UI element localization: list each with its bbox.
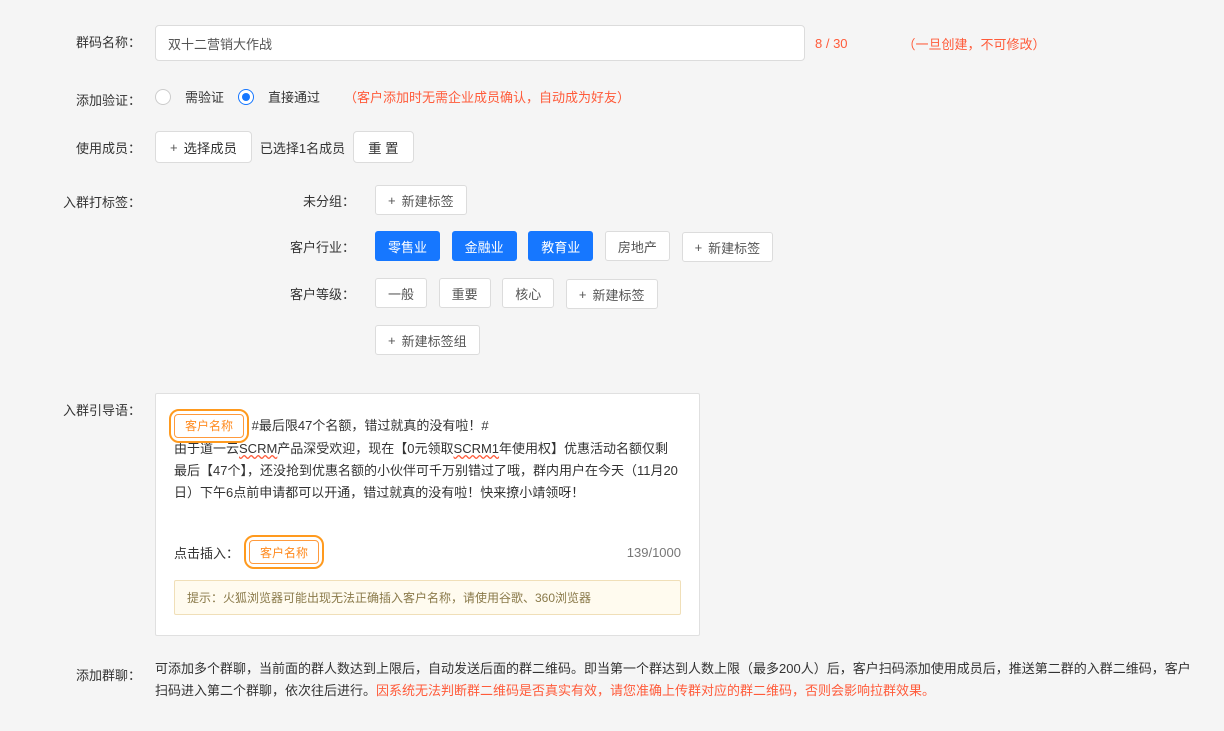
- new-tag-group-button[interactable]: + 新建标签组: [375, 325, 480, 355]
- radio-direct-pass-label: 直接通过: [268, 87, 320, 106]
- label-members: 使用成员：: [25, 131, 155, 157]
- radio-need-verify-label: 需验证: [185, 87, 224, 106]
- groupcode-name-input[interactable]: [155, 25, 805, 61]
- label-add-group: 添加群聊：: [25, 658, 155, 684]
- plus-icon: +: [388, 333, 396, 348]
- guide-scrm2: SCRM1: [454, 441, 500, 456]
- plus-icon: +: [170, 140, 178, 155]
- plus-icon: +: [695, 240, 703, 255]
- label-verify: 添加验证：: [25, 83, 155, 109]
- choose-member-label: 选择成员: [184, 138, 237, 157]
- add-group-warn: 因系统无法判断群二维码是否真实有效，请您准确上传群对应的群二维码，否则会影响拉群…: [376, 683, 935, 698]
- new-tag-label: 新建标签: [402, 191, 454, 210]
- tag-industry-2[interactable]: 教育业: [528, 231, 593, 261]
- label-groupcode-name: 群码名称：: [25, 25, 155, 51]
- guide-line1: #最后限47个名额，错过就真的没有啦！#: [252, 418, 489, 433]
- radio-need-verify[interactable]: [155, 89, 171, 105]
- tag-industry-0[interactable]: 零售业: [375, 231, 440, 261]
- customer-name-chip[interactable]: 客户名称: [174, 414, 244, 438]
- new-tag-label: 新建标签: [708, 238, 760, 257]
- new-tag-group-label: 新建标签组: [402, 331, 467, 350]
- guide-textarea[interactable]: 客户名称 #最后限47个名额，错过就真的没有啦！# 由于道一云SCRM产品深受欢…: [155, 393, 700, 636]
- char-counter: 8 / 30: [815, 36, 848, 51]
- new-tag-label: 新建标签: [593, 285, 645, 304]
- radio-direct-pass[interactable]: [238, 89, 254, 105]
- selected-member-text: 已选择1名成员: [260, 138, 345, 157]
- new-tag-button[interactable]: + 新建标签: [375, 185, 467, 215]
- sublabel-industry: 客户行业：: [155, 237, 375, 256]
- reset-member-button[interactable]: 重 置: [353, 131, 413, 163]
- sublabel-uncategorized: 未分组：: [155, 191, 375, 210]
- guide-body-prefix: 由于道一云: [174, 441, 239, 456]
- guide-scrm1: SCRM: [239, 441, 277, 456]
- guide-char-count: 139/1000: [627, 545, 681, 560]
- new-level-tag-button[interactable]: + 新建标签: [566, 279, 658, 309]
- choose-member-button[interactable]: + 选择成员: [155, 131, 252, 163]
- tag-industry-3[interactable]: 房地产: [605, 231, 670, 261]
- tag-level-2[interactable]: 核心: [502, 278, 554, 308]
- name-note: （一旦创建，不可修改）: [903, 34, 1046, 53]
- label-guide: 入群引导语：: [25, 393, 155, 419]
- tag-level-1[interactable]: 重要: [439, 278, 491, 308]
- verify-note: （客户添加时无需企业成员确认，自动成为好友）: [344, 87, 630, 106]
- sublabel-level: 客户等级：: [155, 284, 375, 303]
- tag-industry-1[interactable]: 金融业: [452, 231, 517, 261]
- tag-level-0[interactable]: 一般: [375, 278, 427, 308]
- new-industry-tag-button[interactable]: + 新建标签: [682, 232, 774, 262]
- browser-tip: 提示：火狐浏览器可能出现无法正确插入客户名称，请使用谷歌、360浏览器: [174, 580, 681, 615]
- plus-icon: +: [388, 193, 396, 208]
- insert-label: 点击插入：: [174, 543, 239, 562]
- insert-customer-name-button[interactable]: 客户名称: [249, 540, 319, 564]
- guide-body-mid: 产品深受欢迎，现在【0元领取: [277, 441, 453, 456]
- plus-icon: +: [579, 287, 587, 302]
- label-tags: 入群打标签：: [25, 185, 155, 211]
